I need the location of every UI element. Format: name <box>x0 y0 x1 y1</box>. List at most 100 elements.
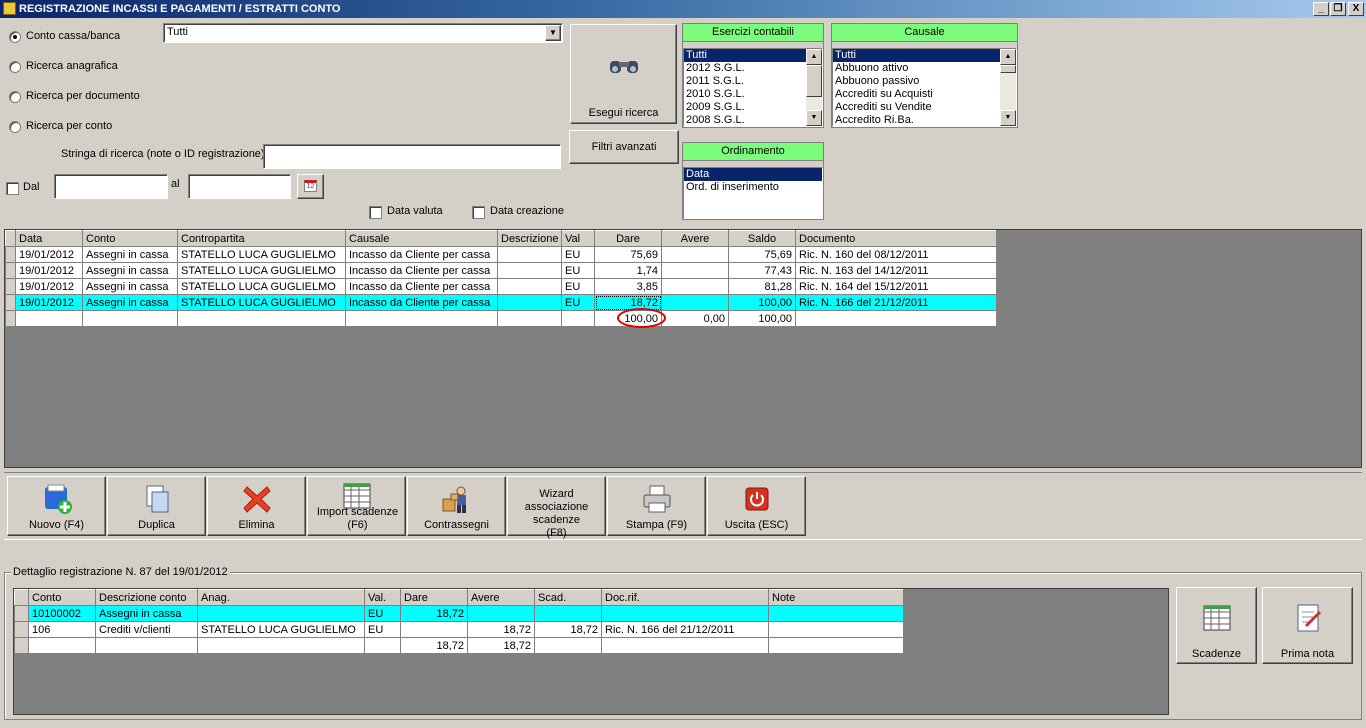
list-item[interactable]: 2010 S.G.L. <box>684 88 822 101</box>
cell-documento: Ric. N. 166 del 21/12/2011 <box>795 294 997 311</box>
dal-checkbox[interactable] <box>6 182 19 195</box>
col-val[interactable]: Val. <box>364 589 401 606</box>
scroll-up-icon[interactable]: ▲ <box>1000 49 1016 65</box>
data-valuta-checkbox[interactable] <box>369 206 382 219</box>
scroll-up-icon[interactable]: ▲ <box>806 49 822 65</box>
cell-avere <box>661 246 729 263</box>
cell-dare: 18,72 <box>400 605 468 622</box>
restore-button[interactable]: ❐ <box>1330 2 1346 16</box>
cell-documento: Ric. N. 163 del 14/12/2011 <box>795 262 997 279</box>
detail-grid: Conto Descrizione conto Anag. Val. Dare … <box>14 589 904 654</box>
radio-ricerca-anagrafica[interactable] <box>9 61 21 73</box>
uscita-button[interactable]: Uscita (ESC) <box>707 476 806 536</box>
table-row[interactable]: 106 Crediti v/clienti STATELLO LUCA GUGL… <box>14 621 904 638</box>
chevron-down-icon[interactable]: ▼ <box>545 25 561 41</box>
list-item[interactable]: Data <box>684 168 822 181</box>
col-avere[interactable]: Avere <box>467 589 535 606</box>
scroll-down-icon[interactable]: ▼ <box>1000 110 1016 126</box>
col-conto[interactable]: Conto <box>28 589 96 606</box>
ordinamento-list[interactable]: Data Ord. di inserimento <box>683 167 823 219</box>
cell-causale: Incasso da Cliente per cassa <box>345 262 498 279</box>
cell-val: EU <box>364 621 401 638</box>
contrassegni-button[interactable]: Contrassegni <box>407 476 506 536</box>
import-scadenze-label: Import scadenze (F6) <box>316 506 399 531</box>
list-item[interactable]: Accrediti su Acquisti <box>833 88 1016 101</box>
causale-scrollbar[interactable]: ▲ ▼ <box>1000 49 1016 126</box>
minimize-button[interactable]: _ <box>1313 2 1329 16</box>
scroll-thumb[interactable] <box>1000 65 1016 73</box>
col-descrizione-conto[interactable]: Descrizione conto <box>95 589 198 606</box>
cell-docrif: Ric. N. 166 del 21/12/2011 <box>601 621 769 638</box>
col-avere[interactable]: Avere <box>661 230 729 247</box>
list-item[interactable]: 2008 S.G.L. <box>684 114 822 127</box>
cell-conto: Assegni in cassa <box>82 278 178 295</box>
col-note[interactable]: Note <box>768 589 904 606</box>
table-row[interactable]: 19/01/2012 Assegni in cassa STATELLO LUC… <box>5 278 997 295</box>
date-to-input[interactable] <box>188 174 291 199</box>
date-from-input[interactable] <box>54 174 168 199</box>
esercizi-scrollbar[interactable]: ▲ ▼ <box>806 49 822 126</box>
cell-saldo: 100,00 <box>728 294 796 311</box>
list-item[interactable]: 2011 S.G.L. <box>684 75 822 88</box>
cell-descrizione-conto: Crediti v/clienti <box>95 621 198 638</box>
search-text-input[interactable] <box>263 144 561 169</box>
duplica-button[interactable]: Duplica <box>107 476 206 536</box>
table-row-selected[interactable]: 19/01/2012 Assegni in cassa STATELLO LUC… <box>5 294 997 311</box>
wizard-associazione-button[interactable]: Wizard associazione scadenze (F8) <box>507 476 606 539</box>
col-anag[interactable]: Anag. <box>197 589 365 606</box>
list-item[interactable]: Tutti <box>684 49 806 62</box>
scroll-down-icon[interactable]: ▼ <box>806 110 822 126</box>
cell-contropartita: STATELLO LUCA GUGLIELMO <box>177 262 346 279</box>
list-item[interactable]: Ord. di inserimento <box>684 181 822 194</box>
cell-avere <box>661 294 729 311</box>
stampa-button[interactable]: Stampa (F9) <box>607 476 706 536</box>
list-item[interactable]: 2012 S.G.L. <box>684 62 822 75</box>
cell-descrizione <box>497 262 562 279</box>
data-creazione-checkbox[interactable] <box>472 206 485 219</box>
elimina-button[interactable]: Elimina <box>207 476 306 536</box>
scadenze-button[interactable]: Scadenze <box>1176 587 1257 664</box>
col-dare[interactable]: Dare <box>594 230 662 247</box>
list-item[interactable]: Abbuono passivo <box>833 75 1016 88</box>
detail-title: Dettaglio registrazione N. 87 del 19/01/… <box>11 566 230 578</box>
list-item[interactable]: 2009 S.G.L. <box>684 101 822 114</box>
table-row-selected[interactable]: 10100002 Assegni in cassa EU 18,72 <box>14 605 904 622</box>
radio-ricerca-documento[interactable] <box>9 91 21 103</box>
col-docrif[interactable]: Doc.rif. <box>601 589 769 606</box>
advanced-filters-button[interactable]: Filtri avanzati <box>569 130 679 164</box>
col-documento[interactable]: Documento <box>795 230 997 247</box>
cell-saldo: 77,43 <box>728 262 796 279</box>
causale-list[interactable]: Tutti Abbuono attivo Abbuono passivo Acc… <box>832 48 1017 127</box>
col-descrizione[interactable]: Descrizione <box>497 230 562 247</box>
close-button[interactable]: X <box>1348 2 1364 16</box>
cell-data: 19/01/2012 <box>15 278 83 295</box>
prima-nota-button[interactable]: Prima nota <box>1262 587 1353 664</box>
col-val[interactable]: Val <box>561 230 595 247</box>
list-item[interactable]: Accrediti su Vendite <box>833 101 1016 114</box>
annotation-circle <box>617 308 666 328</box>
col-conto[interactable]: Conto <box>82 230 178 247</box>
list-item[interactable]: Accredito Ri.Ba. <box>833 114 1016 127</box>
table-row[interactable]: 19/01/2012 Assegni in cassa STATELLO LUC… <box>5 262 997 279</box>
esercizi-list[interactable]: Tutti 2012 S.G.L. 2011 S.G.L. 2010 S.G.L… <box>683 48 823 127</box>
cell-saldo: 81,28 <box>728 278 796 295</box>
col-dare[interactable]: Dare <box>400 589 468 606</box>
calendar-button[interactable]: 12 <box>297 174 324 199</box>
radio-conto-cassa[interactable] <box>9 31 21 43</box>
col-saldo[interactable]: Saldo <box>728 230 796 247</box>
nuovo-button[interactable]: Nuovo (F4) <box>7 476 106 536</box>
total-saldo: 100,00 <box>728 310 796 327</box>
list-item[interactable]: Abbuono attivo <box>833 62 1016 75</box>
radio-ricerca-conto[interactable] <box>9 121 21 133</box>
col-data[interactable]: Data <box>15 230 83 247</box>
col-causale[interactable]: Causale <box>345 230 498 247</box>
table-row[interactable]: 19/01/2012 Assegni in cassa STATELLO LUC… <box>5 246 997 263</box>
account-select[interactable]: Tutti ▼ <box>163 23 563 43</box>
search-button[interactable]: Esegui ricerca <box>570 24 677 124</box>
col-contropartita[interactable]: Contropartita <box>177 230 346 247</box>
scroll-thumb[interactable] <box>806 65 822 97</box>
list-item[interactable]: Tutti <box>833 49 1000 62</box>
esercizi-header: Esercizi contabili <box>683 24 823 42</box>
col-scad[interactable]: Scad. <box>534 589 602 606</box>
import-scadenze-button[interactable]: Import scadenze (F6) <box>307 476 406 536</box>
